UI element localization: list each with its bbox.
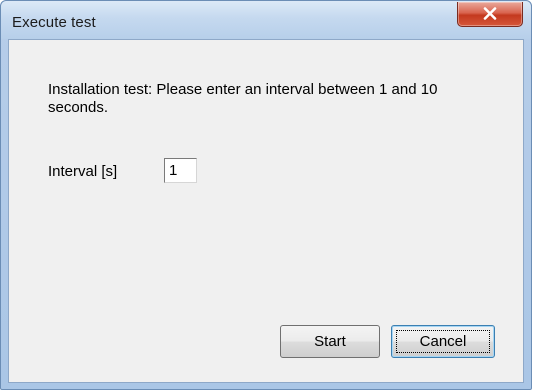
close-button[interactable]	[457, 2, 523, 27]
cancel-button-label: Cancel	[419, 333, 467, 350]
title-bar[interactable]: Execute test	[1, 1, 531, 39]
cancel-button[interactable]: Cancel	[391, 325, 495, 358]
close-x-icon	[483, 7, 497, 20]
window-title: Execute test	[12, 14, 96, 31]
interval-label: Interval [s]	[48, 163, 118, 180]
interval-input[interactable]	[164, 158, 197, 183]
start-button[interactable]: Start	[280, 325, 380, 358]
dialog-body: Installation test: Please enter an inter…	[8, 39, 524, 383]
dialog-window: Execute test Installation test: Please e…	[0, 0, 532, 390]
instruction-text: Installation test: Please enter an inter…	[48, 81, 438, 116]
